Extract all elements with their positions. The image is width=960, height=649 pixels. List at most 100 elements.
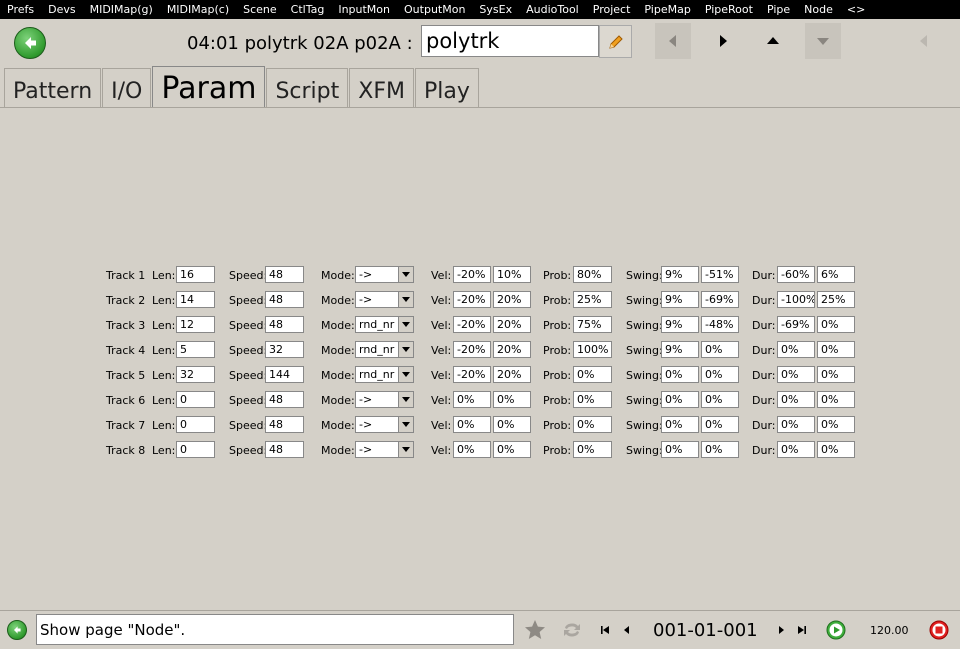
chevron-down-icon[interactable] [398, 342, 413, 357]
speed-field[interactable]: 48 [265, 291, 304, 308]
swing-min-field[interactable]: 9% [661, 341, 699, 358]
dur-min-field[interactable]: 0% [777, 391, 815, 408]
star-icon[interactable] [522, 617, 548, 643]
pencil-icon[interactable] [599, 25, 632, 58]
swing-min-field[interactable]: 9% [661, 316, 699, 333]
dur-min-field[interactable]: -69% [777, 316, 815, 333]
mode-select[interactable]: -> [355, 291, 414, 308]
speed-field[interactable]: 48 [265, 316, 304, 333]
tab-xfm[interactable]: XFM [349, 68, 414, 108]
vel-max-field[interactable]: 20% [493, 316, 531, 333]
mode-select[interactable]: -> [355, 441, 414, 458]
down-icon[interactable] [805, 23, 841, 59]
back-small-icon[interactable] [7, 620, 27, 640]
len-field[interactable]: 16 [176, 266, 215, 283]
vel-min-field[interactable]: -20% [453, 341, 491, 358]
dur-max-field[interactable]: 0% [817, 366, 855, 383]
menu-item[interactable]: MIDIMap(c) [160, 3, 236, 16]
vel-max-field[interactable]: 0% [493, 391, 531, 408]
up-icon[interactable] [755, 23, 791, 59]
dur-max-field[interactable]: 0% [817, 416, 855, 433]
swing-max-field[interactable]: 0% [701, 391, 739, 408]
vel-min-field[interactable]: -20% [453, 266, 491, 283]
vel-max-field[interactable]: 0% [493, 441, 531, 458]
tab-pattern[interactable]: Pattern [4, 68, 102, 108]
swing-max-field[interactable]: -69% [701, 291, 739, 308]
dur-min-field[interactable]: 0% [777, 441, 815, 458]
play-icon[interactable] [825, 619, 847, 641]
swing-min-field[interactable]: 9% [661, 266, 699, 283]
mode-select[interactable]: rnd_nr [355, 366, 414, 383]
speaker-icon[interactable] [905, 23, 941, 59]
chevron-down-icon[interactable] [398, 367, 413, 382]
dur-min-field[interactable]: -60% [777, 266, 815, 283]
menu-item[interactable]: MIDIMap(g) [83, 3, 160, 16]
chevron-down-icon[interactable] [398, 417, 413, 432]
menu-item[interactable]: SysEx [472, 3, 519, 16]
swing-max-field[interactable]: 0% [701, 416, 739, 433]
swing-max-field[interactable]: 0% [701, 366, 739, 383]
skip-end-icon[interactable] [795, 623, 809, 637]
chevron-down-icon[interactable] [398, 442, 413, 457]
swing-min-field[interactable]: 0% [661, 391, 699, 408]
tab-play[interactable]: Play [414, 68, 479, 108]
prob-field[interactable]: 0% [573, 416, 612, 433]
swing-max-field[interactable]: -48% [701, 316, 739, 333]
menu-item[interactable]: PipeRoot [698, 3, 760, 16]
len-field[interactable]: 32 [176, 366, 215, 383]
dur-max-field[interactable]: 0% [817, 391, 855, 408]
speed-field[interactable]: 144 [265, 366, 304, 383]
mode-select[interactable]: -> [355, 416, 414, 433]
speed-field[interactable]: 32 [265, 341, 304, 358]
vel-min-field[interactable]: 0% [453, 391, 491, 408]
prob-field[interactable]: 25% [573, 291, 612, 308]
menu-item[interactable]: AudioTool [519, 3, 586, 16]
menu-item[interactable]: Pipe [760, 3, 797, 16]
mode-select[interactable]: -> [355, 266, 414, 283]
menu-item[interactable]: Node [797, 3, 840, 16]
menu-item[interactable]: CtlTag [284, 3, 332, 16]
dur-max-field[interactable]: 25% [817, 291, 855, 308]
menu-item[interactable]: Scene [236, 3, 284, 16]
menu-item[interactable]: Prefs [0, 3, 41, 16]
step-back-icon[interactable] [620, 623, 634, 637]
menu-item[interactable]: OutputMon [397, 3, 472, 16]
menu-item[interactable]: Devs [41, 3, 82, 16]
swing-min-field[interactable]: 0% [661, 441, 699, 458]
speed-field[interactable]: 48 [265, 266, 304, 283]
vel-max-field[interactable]: 20% [493, 291, 531, 308]
vel-min-field[interactable]: -20% [453, 316, 491, 333]
prob-field[interactable]: 100% [573, 341, 612, 358]
vel-max-field[interactable]: 10% [493, 266, 531, 283]
dur-max-field[interactable]: 0% [817, 316, 855, 333]
step-forward-icon[interactable] [774, 623, 788, 637]
mode-select[interactable]: rnd_nr [355, 316, 414, 333]
len-field[interactable]: 14 [176, 291, 215, 308]
vel-max-field[interactable]: 20% [493, 341, 531, 358]
chevron-down-icon[interactable] [398, 292, 413, 307]
swing-max-field[interactable]: 0% [701, 441, 739, 458]
dur-max-field[interactable]: 6% [817, 266, 855, 283]
vel-max-field[interactable]: 0% [493, 416, 531, 433]
chevron-down-icon[interactable] [398, 392, 413, 407]
speed-field[interactable]: 48 [265, 416, 304, 433]
tab-script[interactable]: Script [266, 68, 349, 108]
vel-min-field[interactable]: 0% [453, 416, 491, 433]
dur-min-field[interactable]: 0% [777, 366, 815, 383]
vel-min-field[interactable]: -20% [453, 291, 491, 308]
len-field[interactable]: 12 [176, 316, 215, 333]
chevron-down-icon[interactable] [398, 267, 413, 282]
menu-item[interactable]: InputMon [331, 3, 397, 16]
vel-min-field[interactable]: -20% [453, 366, 491, 383]
dur-min-field[interactable]: 0% [777, 416, 815, 433]
vel-max-field[interactable]: 20% [493, 366, 531, 383]
swing-max-field[interactable]: -51% [701, 266, 739, 283]
loop-icon[interactable] [560, 619, 584, 641]
chevron-down-icon[interactable] [398, 317, 413, 332]
len-field[interactable]: 0 [176, 416, 215, 433]
len-field[interactable]: 0 [176, 391, 215, 408]
dur-max-field[interactable]: 0% [817, 441, 855, 458]
mode-select[interactable]: -> [355, 391, 414, 408]
swing-max-field[interactable]: 0% [701, 341, 739, 358]
next-icon[interactable] [705, 23, 741, 59]
